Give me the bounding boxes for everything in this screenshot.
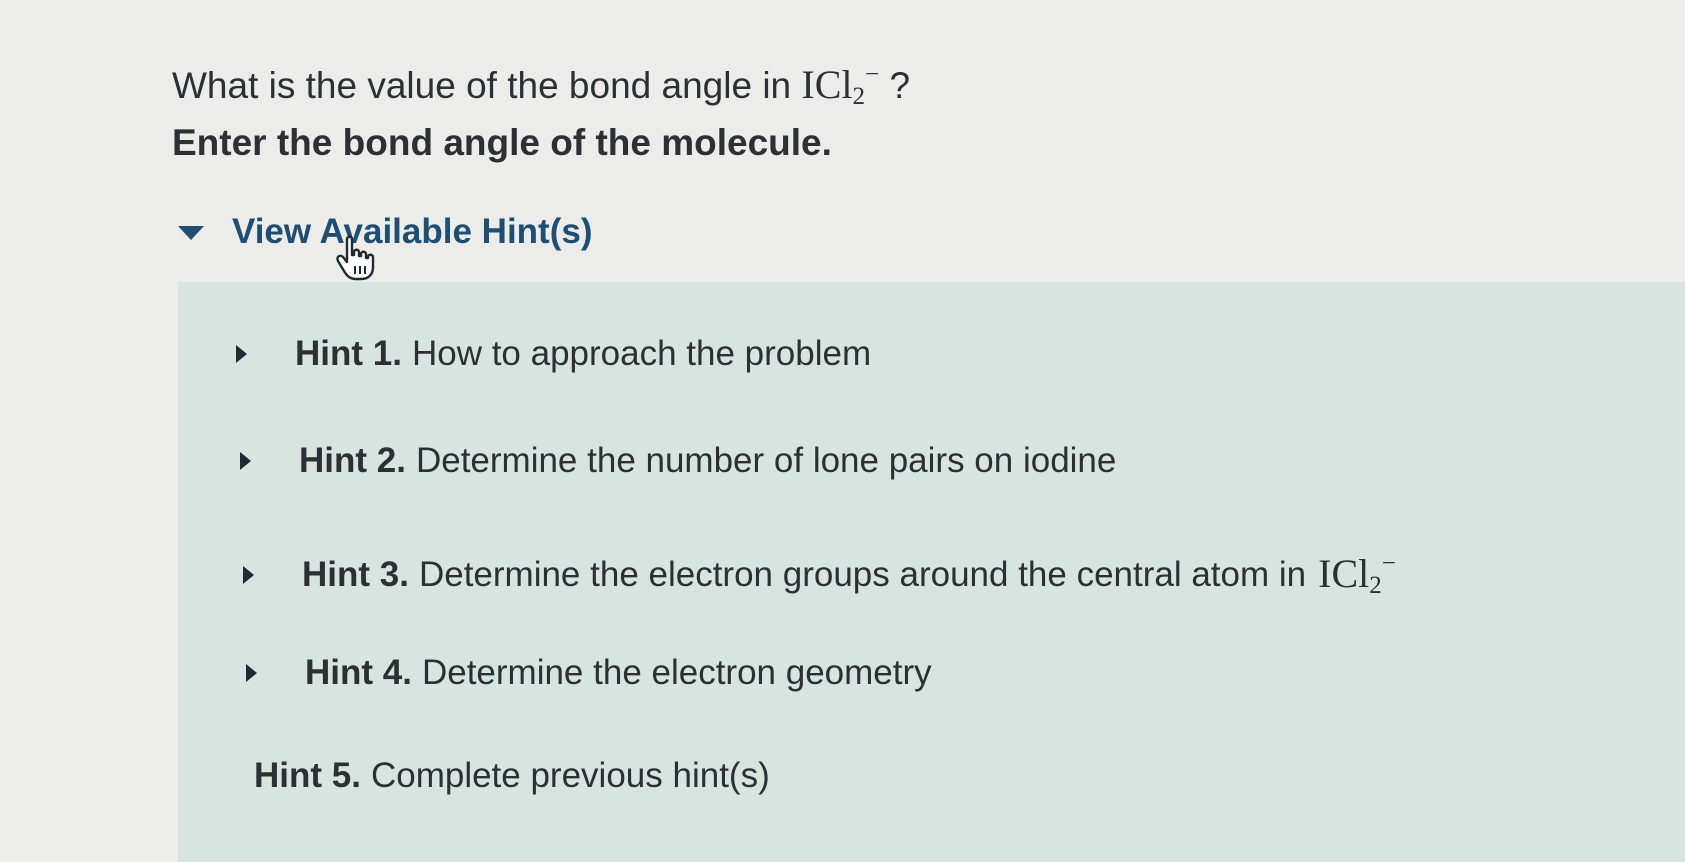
- view-hints-toggle[interactable]: View Available Hint(s): [178, 212, 592, 252]
- formula-subscript: 2: [852, 83, 866, 110]
- hint-4-title: Determine the electron geometry: [421, 653, 932, 692]
- caret-right-icon: [240, 452, 251, 470]
- hint-4-number: Hint 4.: [305, 653, 412, 692]
- caret-right-icon: [243, 566, 254, 584]
- hints-panel: Hint 1. How to approach the problem Hint…: [178, 282, 1685, 862]
- hint-5-number: Hint 5.: [254, 756, 361, 795]
- hint-1-title: How to approach the problem: [411, 334, 872, 373]
- question-text: What is the value of the bond angle in I…: [172, 50, 910, 122]
- formula-charge: −: [865, 61, 880, 88]
- hint-1-row[interactable]: Hint 1. How to approach the problem: [236, 334, 871, 374]
- hint-4-row[interactable]: Hint 4. Determine the electron geometry: [246, 653, 932, 693]
- hint-2-title: Determine the number of lone pairs on io…: [415, 441, 1117, 480]
- view-hints-label: View Available Hint(s): [232, 212, 593, 251]
- hint-2-number: Hint 2.: [299, 441, 406, 480]
- instruction-text: Enter the bond angle of the molecule.: [172, 122, 832, 163]
- formula-subscript: 2: [1369, 572, 1382, 599]
- caret-right-icon: [236, 345, 247, 363]
- hint-2-row[interactable]: Hint 2. Determine the number of lone pai…: [240, 441, 1116, 481]
- hint-3-row[interactable]: Hint 3. Determine the electron groups ar…: [243, 550, 1396, 600]
- caret-down-icon: [178, 226, 204, 240]
- question-prefix: What is the value of the bond angle in: [172, 65, 792, 106]
- question-suffix: ?: [889, 65, 911, 106]
- formula-base: ICl: [801, 62, 853, 107]
- formula-base: ICl: [1318, 551, 1370, 596]
- hint-5-title: Complete previous hint(s): [370, 756, 770, 795]
- hint-5-row: Hint 5. Complete previous hint(s): [254, 756, 770, 796]
- question-formula: ICl2−: [801, 61, 880, 110]
- formula-charge: −: [1381, 550, 1396, 577]
- hand-pointer-icon: [336, 235, 375, 281]
- hint-3-number: Hint 3.: [302, 555, 409, 594]
- hint-3-formula: ICl2−: [1318, 550, 1396, 600]
- hint-3-title: Determine the electron groups around the…: [418, 555, 1307, 594]
- caret-right-icon: [246, 664, 257, 682]
- hint-1-number: Hint 1.: [295, 334, 402, 373]
